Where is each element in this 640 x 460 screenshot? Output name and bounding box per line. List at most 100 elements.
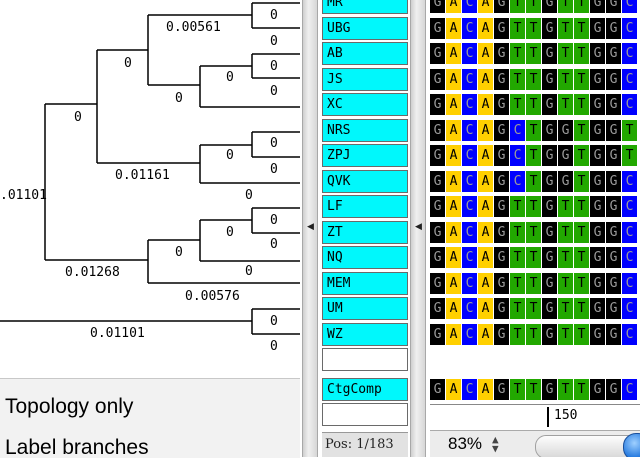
base-cell: G: [542, 323, 557, 345]
names-splitter[interactable]: ◀: [410, 0, 426, 457]
base-cell: C: [462, 298, 477, 319]
base-cell: G: [606, 119, 621, 141]
base-cell: A: [446, 379, 461, 400]
label-branches-option[interactable]: Label branches: [5, 436, 149, 460]
ruler-label: 150: [554, 408, 578, 423]
base-cell: G: [590, 17, 605, 39]
branch-label: 0: [270, 8, 278, 23]
branch-label: 0: [226, 225, 234, 240]
base-cell: G: [430, 94, 445, 115]
base-cell: G: [590, 272, 605, 294]
base-cell: T: [510, 221, 525, 243]
sequence-name[interactable]: NRS: [322, 118, 408, 142]
sequence-name[interactable]: ZT: [322, 220, 408, 244]
base-cell: C: [622, 323, 637, 345]
sequence-name[interactable]: XC: [322, 93, 408, 116]
base-cell: G: [542, 170, 557, 192]
base-cell: A: [478, 379, 493, 400]
tree-splitter[interactable]: ◀: [302, 0, 318, 457]
base-cell: A: [446, 221, 461, 243]
branch-label: 0: [175, 245, 183, 260]
base-cell: C: [622, 0, 637, 13]
consensus-name[interactable]: CtgComp: [322, 378, 408, 401]
base-cell: T: [526, 145, 541, 166]
branch-label: 0: [270, 34, 278, 49]
sequence-name[interactable]: LF: [322, 195, 408, 218]
topology-only-option[interactable]: Topology only: [5, 395, 133, 419]
base-cell: T: [574, 323, 589, 345]
base-cell: G: [494, 379, 509, 400]
base-cell: A: [446, 145, 461, 166]
sequence-name[interactable]: QVK: [322, 169, 408, 193]
empty-name-row: [322, 403, 408, 426]
sequence-name[interactable]: NQ: [322, 246, 408, 269]
position-readout: Pos: 1/183: [322, 432, 408, 457]
branch-label: 0: [270, 339, 278, 354]
base-cell: G: [558, 145, 573, 166]
sequence-name[interactable]: UM: [322, 297, 408, 320]
base-cell: C: [462, 221, 477, 243]
branch-label: .01101: [0, 188, 47, 203]
base-cell: G: [590, 170, 605, 192]
base-cell: G: [590, 196, 605, 217]
sequence-name[interactable]: MEM: [322, 271, 408, 295]
base-cell: C: [462, 247, 477, 268]
ruler-tick: [547, 407, 549, 427]
base-cell: G: [494, 0, 509, 13]
branch-label: 0.00561: [166, 20, 221, 35]
branch-label: 0.01101: [90, 326, 145, 341]
base-cell: G: [494, 298, 509, 319]
base-cell: T: [526, 298, 541, 319]
branch-label: 0.01268: [65, 265, 120, 280]
base-cell: G: [606, 379, 621, 400]
base-cell: G: [494, 43, 509, 64]
base-cell: G: [590, 119, 605, 141]
base-cell: G: [430, 221, 445, 243]
sequence-name[interactable]: UBG: [322, 16, 408, 40]
base-cell: G: [590, 145, 605, 166]
sequence-name[interactable]: AB: [322, 42, 408, 65]
base-cell: G: [494, 94, 509, 115]
base-cell: T: [526, 17, 541, 39]
base-cell: G: [542, 68, 557, 90]
base-cell: T: [526, 119, 541, 141]
base-cell: T: [574, 94, 589, 115]
base-cell: T: [574, 379, 589, 400]
sequence-name[interactable]: ZPJ: [322, 144, 408, 167]
base-cell: G: [430, 298, 445, 319]
base-cell: A: [478, 68, 493, 90]
base-cell: A: [478, 298, 493, 319]
sequence-name[interactable]: JS: [322, 67, 408, 91]
zoom-stepper-icon[interactable]: ▲ ▼: [492, 434, 499, 454]
splitter-grip-icon: ◀: [307, 222, 314, 232]
base-cell: G: [606, 170, 621, 192]
branch-label: 0: [245, 188, 253, 203]
zoom-slider-knob[interactable]: [623, 433, 640, 457]
branch-label: 0: [270, 84, 278, 99]
base-cell: T: [574, 119, 589, 141]
base-cell: A: [478, 43, 493, 64]
base-cell: T: [510, 43, 525, 64]
base-cell: T: [526, 68, 541, 90]
sequence-name[interactable]: MR: [322, 0, 408, 14]
base-cell: C: [462, 196, 477, 217]
zoom-value[interactable]: 83%: [448, 434, 482, 454]
base-cell: G: [590, 0, 605, 13]
base-cell: G: [590, 379, 605, 400]
base-cell: T: [574, 145, 589, 166]
base-cell: C: [462, 43, 477, 64]
base-cell: C: [510, 145, 525, 166]
base-cell: G: [430, 43, 445, 64]
sequence-name[interactable]: WZ: [322, 322, 408, 346]
base-cell: G: [494, 323, 509, 345]
branch-label: 0: [270, 59, 278, 74]
base-cell: C: [622, 379, 637, 400]
base-cell: G: [590, 323, 605, 345]
base-cell: C: [622, 247, 637, 268]
base-cell: A: [446, 0, 461, 13]
empty-name-row: [322, 348, 408, 371]
branch-labels: 0.00561 0 0 0 0 0 0 0 0 0 0 0 0.01161 0 …: [0, 8, 278, 354]
base-cell: T: [526, 379, 541, 400]
base-cell: T: [558, 94, 573, 115]
base-cell: C: [462, 94, 477, 115]
